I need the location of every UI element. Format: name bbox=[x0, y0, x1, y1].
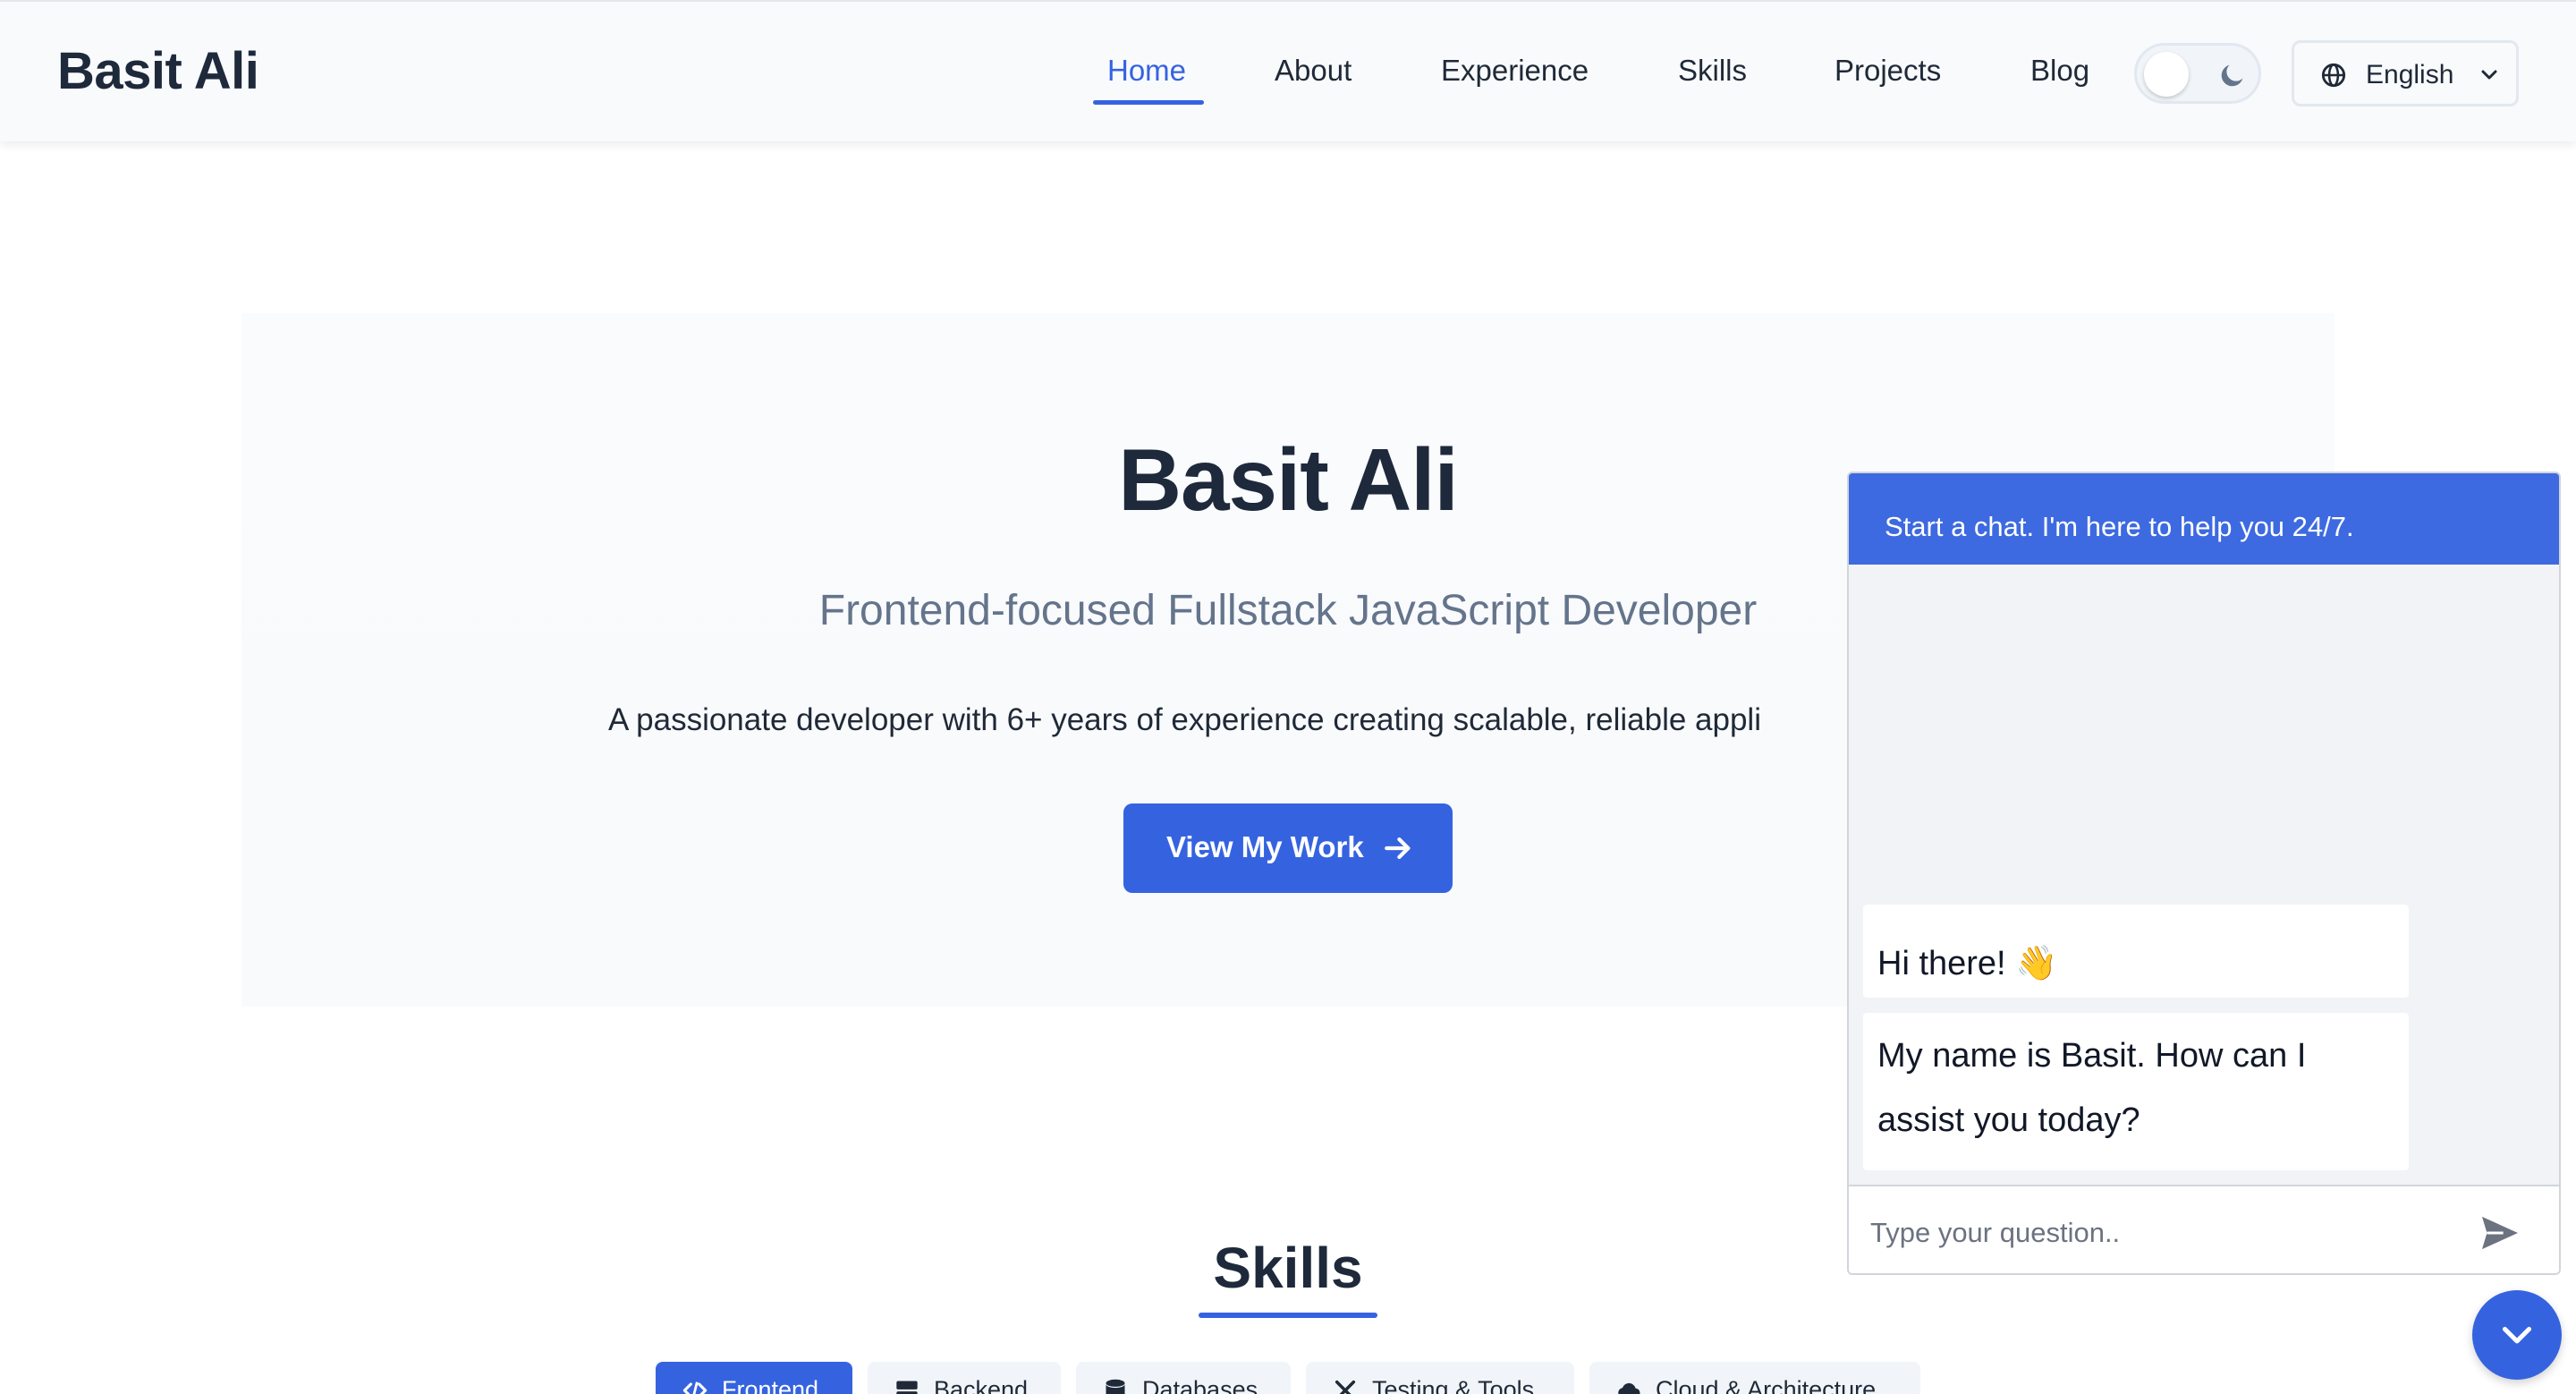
chat-message-text: My name is Basit. How can I assist you t… bbox=[1877, 1037, 2307, 1139]
brand-logo[interactable]: Basit Ali bbox=[57, 41, 259, 101]
nav-link-skills[interactable]: Skills bbox=[1678, 54, 1747, 88]
tab-cloud-architecture[interactable]: Cloud & Architecture bbox=[1589, 1362, 1920, 1394]
navbar: Basit Ali Home About Experience Skills P… bbox=[0, 0, 2576, 141]
server-icon bbox=[896, 1381, 918, 1394]
tab-label: Testing & Tools bbox=[1372, 1376, 1535, 1394]
moon-icon bbox=[2221, 64, 2243, 87]
tab-testing-tools[interactable]: Testing & Tools bbox=[1306, 1362, 1574, 1394]
chat-panel: Start a chat. I'm here to help you 24/7.… bbox=[1847, 472, 2561, 1275]
theme-toggle[interactable] bbox=[2134, 43, 2261, 104]
chat-header: Start a chat. I'm here to help you 24/7. bbox=[1849, 473, 2559, 565]
tab-label: Backend bbox=[934, 1376, 1029, 1394]
hero-description: A passionate developer with 6+ years of … bbox=[608, 702, 1761, 737]
chat-message-text: Hi there! 👋 bbox=[1877, 945, 2058, 982]
nav-active-indicator bbox=[1093, 100, 1204, 105]
nav-link-experience[interactable]: Experience bbox=[1441, 54, 1589, 88]
chat-message: My name is Basit. How can I assist you t… bbox=[1863, 1013, 2409, 1170]
chat-toggle-button[interactable] bbox=[2472, 1290, 2562, 1380]
chevron-down-icon bbox=[2481, 70, 2497, 80]
chat-input[interactable] bbox=[1870, 1206, 2461, 1260]
code-icon bbox=[682, 1381, 708, 1394]
nav-link-blog[interactable]: Blog bbox=[2030, 54, 2089, 88]
toggle-knob bbox=[2144, 52, 2189, 97]
language-label: English bbox=[2366, 60, 2454, 89]
database-icon bbox=[1106, 1379, 1125, 1394]
chat-input-bar bbox=[1849, 1185, 2559, 1273]
tab-label: Frontend bbox=[722, 1376, 819, 1394]
view-my-work-button[interactable]: View My Work bbox=[1123, 803, 1453, 893]
tab-backend[interactable]: Backend bbox=[868, 1362, 1061, 1394]
nav-link-about[interactable]: About bbox=[1275, 54, 1352, 88]
cloud-icon bbox=[1618, 1382, 1640, 1394]
chevron-down-icon bbox=[2502, 1326, 2532, 1344]
arrow-right-icon bbox=[1385, 837, 1411, 860]
tab-frontend[interactable]: Frontend bbox=[656, 1362, 852, 1394]
cta-label: View My Work bbox=[1166, 830, 1364, 863]
chat-header-text: Start a chat. I'm here to help you 24/7. bbox=[1885, 511, 2354, 542]
tab-label: Databases bbox=[1142, 1376, 1258, 1394]
globe-icon bbox=[2321, 63, 2346, 88]
tools-icon bbox=[1335, 1380, 1356, 1394]
tab-label: Cloud & Architecture bbox=[1656, 1376, 1877, 1394]
nav-link-home[interactable]: Home bbox=[1107, 54, 1186, 88]
language-select[interactable]: English bbox=[2292, 40, 2519, 106]
chat-message: Hi there! 👋 bbox=[1863, 905, 2409, 998]
skills-title-underline bbox=[1199, 1313, 1377, 1318]
send-icon[interactable] bbox=[2480, 1215, 2520, 1251]
nav-link-projects[interactable]: Projects bbox=[1835, 54, 1941, 88]
tab-databases[interactable]: Databases bbox=[1076, 1362, 1291, 1394]
